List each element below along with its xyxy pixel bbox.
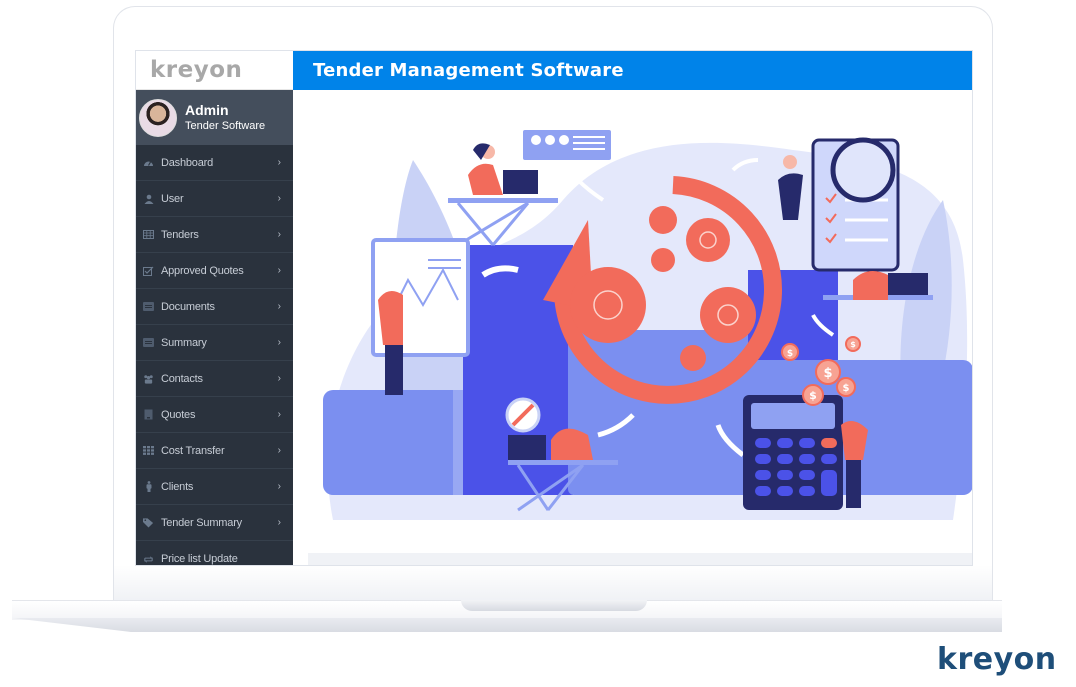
magnifier xyxy=(830,137,896,203)
sidebar-item-summary[interactable]: Summary › xyxy=(136,325,293,361)
dashboard-icon xyxy=(143,157,154,168)
dashboard-card xyxy=(523,130,611,160)
sidebar-item-label: Summary xyxy=(161,336,207,349)
laptop-bezel-shade xyxy=(114,565,992,605)
table-icon xyxy=(143,229,154,240)
person-woman xyxy=(468,163,503,195)
users-icon xyxy=(143,373,154,384)
sidebar-item-dashboard[interactable]: Dashboard › xyxy=(136,145,293,181)
sidebar-item-clients[interactable]: Clients › xyxy=(136,469,293,505)
svg-text:$: $ xyxy=(809,389,817,402)
brand-name: kreyon xyxy=(150,57,243,83)
sidebar-menu: Dashboard › User › Tenders › Approved Qu… xyxy=(136,145,293,565)
sidebar-item-documents[interactable]: Documents › xyxy=(136,289,293,325)
main-content: $ $ $ $ $ xyxy=(293,90,972,565)
page-title: Tender Management Software xyxy=(313,60,624,81)
sidebar-item-label: Documents xyxy=(161,300,215,313)
footer-brand-logo: kreyon xyxy=(937,642,1057,677)
laptop-mockup: kreyon Admin Tender Software Dashboard › xyxy=(0,0,1076,687)
chevron-right-icon: › xyxy=(277,229,281,240)
chevron-right-icon: › xyxy=(277,301,281,312)
laptop-screen: kreyon Admin Tender Software Dashboard › xyxy=(135,50,973,566)
sidebar-logo[interactable]: kreyon xyxy=(136,51,293,90)
profile-name: Admin xyxy=(185,102,229,118)
sidebar-item-label: Tender Summary xyxy=(161,516,242,529)
refresh-icon xyxy=(143,554,154,565)
tag-icon xyxy=(143,517,154,528)
quote-icon xyxy=(143,409,154,420)
sidebar-item-cost-transfer[interactable]: Cost Transfer › xyxy=(136,433,293,469)
content-footer xyxy=(308,553,972,565)
profile-role: Tender Software xyxy=(185,120,266,132)
sidebar-item-label: User xyxy=(161,192,184,205)
sidebar-item-approved-quotes[interactable]: Approved Quotes › xyxy=(136,253,293,289)
person-calculator xyxy=(841,421,868,460)
svg-text:$: $ xyxy=(850,340,856,349)
svg-text:$: $ xyxy=(843,383,850,394)
grid-icon xyxy=(143,445,154,456)
chevron-right-icon: › xyxy=(277,193,281,204)
chevron-right-icon: › xyxy=(277,337,281,348)
sidebar: kreyon Admin Tender Software Dashboard › xyxy=(136,51,293,565)
user-profile[interactable]: Admin Tender Software xyxy=(136,90,293,145)
chevron-right-icon: › xyxy=(277,373,281,384)
avatar xyxy=(139,98,177,137)
sidebar-item-label: Price list Update xyxy=(161,553,238,565)
sidebar-item-user[interactable]: User › xyxy=(136,181,293,217)
user-icon xyxy=(143,193,154,204)
sidebar-item-label: Cost Transfer xyxy=(161,444,225,457)
document-icon xyxy=(143,301,154,312)
sidebar-item-label: Approved Quotes xyxy=(161,264,244,277)
sidebar-item-label: Contacts xyxy=(161,372,203,385)
sidebar-item-contacts[interactable]: Contacts › xyxy=(136,361,293,397)
chevron-right-icon: › xyxy=(277,481,281,492)
sidebar-item-tender-summary[interactable]: Tender Summary › xyxy=(136,505,293,541)
chevron-right-icon: › xyxy=(277,157,281,168)
chevron-right-icon: › xyxy=(277,517,281,528)
chevron-right-icon: › xyxy=(277,265,281,276)
svg-text:$: $ xyxy=(823,366,832,381)
laptop-notch xyxy=(461,600,647,611)
summary-icon xyxy=(143,337,154,348)
sidebar-item-price-list-update[interactable]: Price list Update xyxy=(136,541,293,565)
client-icon xyxy=(143,481,154,492)
sidebar-item-quotes[interactable]: Quotes › xyxy=(136,397,293,433)
block-left xyxy=(323,390,473,495)
sidebar-item-label: Quotes xyxy=(161,408,196,421)
sidebar-item-label: Tenders xyxy=(161,228,199,241)
chevron-right-icon: › xyxy=(277,445,281,456)
laptop-base xyxy=(12,600,1002,632)
sidebar-item-label: Clients xyxy=(161,480,194,493)
chevron-right-icon: › xyxy=(277,409,281,420)
hero-illustration: $ $ $ $ $ xyxy=(323,130,972,520)
sidebar-item-label: Dashboard xyxy=(161,156,214,169)
desk-top xyxy=(448,198,558,203)
page-header: Tender Management Software xyxy=(293,51,972,90)
sidebar-item-tenders[interactable]: Tenders › xyxy=(136,217,293,253)
svg-text:$: $ xyxy=(787,349,793,359)
checkbox-icon xyxy=(143,265,154,276)
